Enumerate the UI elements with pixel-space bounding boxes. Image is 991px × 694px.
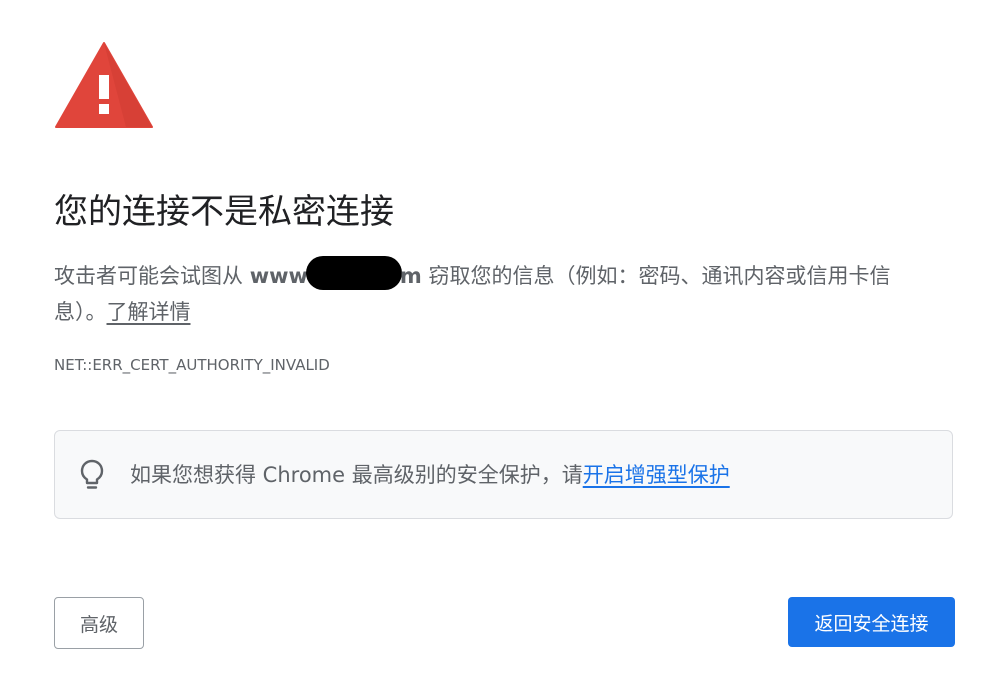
learn-more-link[interactable]: 了解详情 [107, 300, 191, 324]
lightbulb-icon [80, 459, 104, 489]
domain-start: www [249, 264, 308, 288]
enhanced-protection-banner: 如果您想获得 Chrome 最高级别的安全保护，请开启增强型保护 [54, 430, 953, 519]
enhanced-protection-message: 如果您想获得 Chrome 最高级别的安全保护，请 [130, 463, 583, 487]
error-code: NET::ERR_CERT_AUTHORITY_INVALID [54, 356, 330, 374]
site-domain: www m [249, 256, 422, 290]
redaction-mark [305, 256, 402, 290]
ssl-error-page: 您的连接不是私密连接 攻击者可能会试图从 www m 窃取您的信息（例如：密码、通… [0, 0, 991, 694]
page-title: 您的连接不是私密连接 [54, 192, 394, 232]
domain-end: m [399, 264, 422, 288]
enable-enhanced-protection-link[interactable]: 开启增强型保护 [583, 463, 730, 487]
error-message: 攻击者可能会试图从 www m 窃取您的信息（例如：密码、通讯内容或信用卡信息）。… [54, 256, 934, 330]
back-to-safety-button[interactable]: 返回安全连接 [788, 597, 955, 647]
message-text-before-domain: 攻击者可能会试图从 [54, 264, 250, 288]
advanced-button[interactable]: 高级 [54, 597, 144, 649]
enhanced-protection-text: 如果您想获得 Chrome 最高级别的安全保护，请开启增强型保护 [130, 459, 730, 491]
warning-triangle-icon [55, 42, 153, 128]
